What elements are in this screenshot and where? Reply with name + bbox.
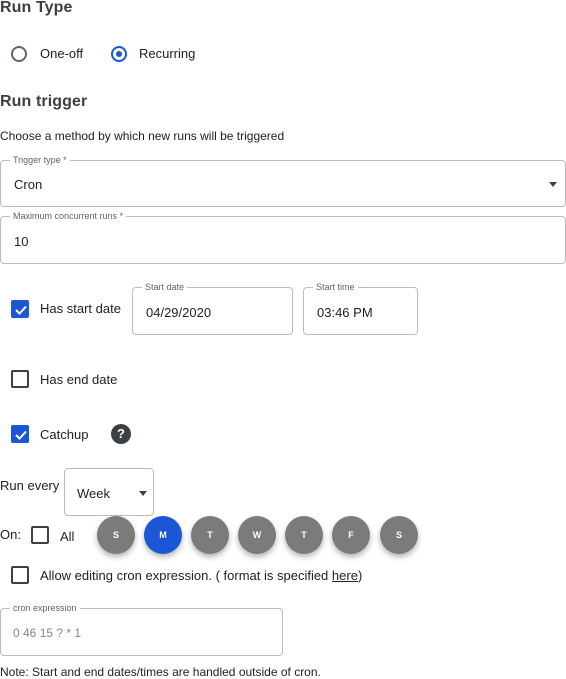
cron-note: Note: Start and end dates/times are hand… — [0, 665, 321, 679]
max-concurrent-runs-value: 10 — [14, 234, 29, 249]
start-date-input[interactable]: Start date 04/29/2020 — [132, 281, 293, 335]
max-concurrent-runs-input[interactable]: Maximum concurrent runs * 10 — [0, 210, 566, 264]
start-time-value: 03:46 PM — [317, 305, 373, 320]
has-end-date-checkbox[interactable] — [11, 370, 29, 388]
start-time-label: Start time — [313, 281, 358, 293]
has-start-date-checkbox[interactable] — [11, 300, 29, 318]
day-tuesday-button[interactable]: T — [191, 516, 229, 554]
allow-edit-cron-suffix: ) — [357, 568, 363, 583]
day-friday-button[interactable]: F — [332, 516, 370, 554]
radio-recurring[interactable] — [111, 46, 127, 62]
allow-edit-cron-label: Allow editing cron expression. ( format … — [40, 568, 332, 583]
run-trigger-description: Choose a method by which new runs will b… — [0, 129, 285, 143]
cron-expression-input[interactable]: cron expression 0 46 15 ? * 1 — [0, 602, 283, 656]
cron-expression-value: 0 46 15 ? * 1 — [13, 626, 82, 640]
run-every-label: Run every — [0, 478, 60, 493]
run-every-value: Week — [77, 486, 110, 501]
on-label: On: — [0, 527, 21, 542]
start-date-value: 04/29/2020 — [146, 305, 212, 320]
cron-format-link[interactable]: here — [332, 568, 358, 583]
radio-one-off-label[interactable]: One-off — [40, 46, 83, 61]
all-days-checkbox[interactable] — [31, 526, 49, 544]
check-icon — [15, 305, 27, 315]
allow-edit-cron-checkbox[interactable] — [11, 566, 29, 584]
day-monday-button[interactable]: M — [144, 516, 182, 554]
trigger-type-label: Trigger type * — [10, 154, 70, 166]
catchup-checkbox[interactable] — [11, 425, 29, 443]
chevron-down-icon — [549, 182, 557, 187]
check-icon — [15, 430, 27, 440]
catchup-label[interactable]: Catchup — [40, 427, 88, 442]
run-type-heading: Run Type — [0, 0, 73, 16]
has-end-date-label[interactable]: Has end date — [40, 372, 117, 387]
trigger-type-value: Cron — [14, 177, 43, 192]
help-icon[interactable]: ? — [111, 424, 131, 444]
start-date-label: Start date — [142, 281, 188, 293]
radio-recurring-label[interactable]: Recurring — [139, 46, 195, 61]
run-trigger-heading: Run trigger — [0, 93, 88, 110]
start-time-input[interactable]: Start time 03:46 PM — [303, 281, 418, 335]
allow-edit-cron-text[interactable]: Allow editing cron expression. ( format … — [40, 568, 362, 583]
day-thursday-button[interactable]: T — [285, 516, 323, 554]
day-saturday-button[interactable]: S — [380, 516, 418, 554]
run-every-select[interactable]: Week — [64, 468, 154, 516]
trigger-type-select[interactable]: Trigger type * Cron — [0, 154, 566, 207]
max-concurrent-runs-label: Maximum concurrent runs * — [10, 210, 127, 222]
chevron-down-icon — [139, 491, 147, 496]
day-sunday-button[interactable]: S — [97, 516, 135, 554]
radio-one-off[interactable] — [11, 46, 27, 62]
has-start-date-label[interactable]: Has start date — [40, 301, 121, 316]
day-wednesday-button[interactable]: W — [238, 516, 276, 554]
cron-expression-label: cron expression — [10, 602, 80, 614]
all-days-label[interactable]: All — [60, 529, 74, 544]
